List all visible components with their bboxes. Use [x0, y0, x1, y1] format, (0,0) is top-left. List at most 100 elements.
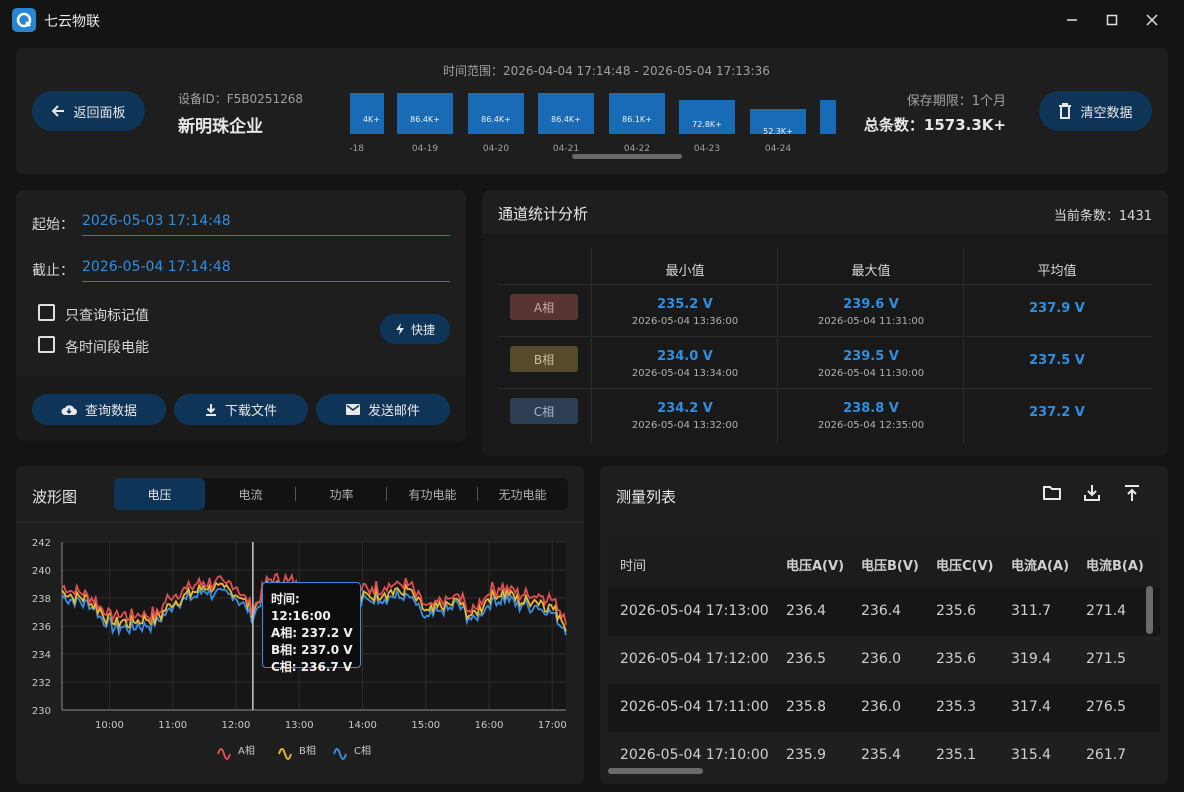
- table-row[interactable]: 2026-05-04 17:11:00 235.8 236.0 235.3 31…: [608, 684, 1160, 732]
- stat-time: 2026-05-04 12:35:00: [817, 420, 925, 431]
- tab-voltage[interactable]: 电压: [114, 478, 205, 510]
- quick-button[interactable]: 快捷: [380, 314, 450, 344]
- table-header: 时间 电压A(V) 电压B(V) 电压C(V) 电流A(A) 电流B(A): [608, 532, 1160, 588]
- stat-value: 237.9 V: [1029, 301, 1085, 316]
- table-vertical-scrollbar[interactable]: [1146, 586, 1153, 634]
- tab-current[interactable]: 电流: [205, 478, 296, 510]
- header-min: 最小值: [665, 264, 705, 279]
- stat-time: 2026-05-04 11:31:00: [817, 316, 925, 327]
- bar-label: 04-23: [693, 144, 721, 154]
- y-tick-label: 230: [32, 706, 51, 717]
- x-tick-label: 17:00: [538, 720, 567, 731]
- title-bar: 七云物联: [0, 0, 1184, 40]
- mail-icon: [345, 404, 360, 415]
- chart-tooltip: 时间: 12:16:00 A相: 237.2 V B相: 237.0 V C相:…: [262, 582, 361, 674]
- legend-swatch: [333, 748, 347, 760]
- cloud-download-icon: [61, 404, 77, 415]
- back-button[interactable]: 返回面板: [32, 91, 145, 131]
- marked-only-checkbox[interactable]: [38, 304, 55, 321]
- stats-panel: 通道统计分析 当前条数：1431 最小值 最大值 平均值 A相 235.2 V …: [482, 190, 1168, 456]
- y-tick-label: 234: [32, 650, 51, 661]
- bar-label: 04-24: [764, 144, 792, 154]
- trash-icon: [1059, 103, 1072, 119]
- y-tick-label: 232: [32, 678, 51, 689]
- app-logo-icon: [12, 8, 36, 32]
- bar-label: 04-22: [623, 144, 651, 154]
- stat-value: 234.0 V: [657, 349, 713, 364]
- daily-count-bars[interactable]: 4K+ 04-18 86.4K+ 04-19 86.4K+ 04-20 86.4…: [350, 84, 836, 164]
- minimize-button[interactable]: [1062, 10, 1082, 30]
- header-panel: 返回面板 设备ID：F5B0251268 新明珠企业 时间范围：2026-04-…: [16, 48, 1168, 174]
- stat-value: 238.8 V: [843, 401, 899, 416]
- bar[interactable]: 52.3K+: [750, 109, 806, 136]
- download-icon[interactable]: [1083, 484, 1101, 506]
- bar-label: 04-20: [482, 144, 510, 154]
- header-avg: 平均值: [1037, 264, 1077, 279]
- stat-time: 2026-05-04 13:36:00: [631, 316, 739, 327]
- phase-b-badge: B相: [510, 346, 578, 372]
- marked-only-label: 只查询标记值: [65, 308, 149, 324]
- measurement-table: 时间 电压A(V) 电压B(V) 电压C(V) 电流A(A) 电流B(A) 20…: [608, 532, 1160, 780]
- bars-scrollbar[interactable]: [572, 154, 682, 159]
- tab-power[interactable]: 功率: [296, 478, 387, 510]
- total-count: 总条数：1573.3K+: [863, 116, 1006, 134]
- bar[interactable]: 4K+: [350, 93, 384, 134]
- current-count: 当前条数：1431: [1053, 209, 1152, 224]
- bar[interactable]: 86.4K+: [397, 93, 453, 134]
- bar[interactable]: 86.1K+: [609, 93, 665, 134]
- end-time-input[interactable]: 2026-05-04 17:14:48: [82, 254, 450, 282]
- period-energy-label: 各时间段电能: [65, 340, 149, 356]
- stat-time: 2026-05-04 13:32:00: [631, 420, 739, 431]
- clear-data-button[interactable]: 清空数据: [1039, 91, 1152, 131]
- stat-value: 239.5 V: [843, 349, 899, 364]
- bar[interactable]: [820, 100, 836, 134]
- bar[interactable]: 86.4K+: [468, 93, 524, 134]
- stats-title: 通道统计分析: [498, 205, 589, 223]
- bar[interactable]: 86.4K+: [538, 93, 594, 134]
- stat-value: 237.2 V: [1029, 405, 1085, 420]
- retention-period: 保存期限：1个月: [906, 94, 1006, 109]
- table-horizontal-scrollbar[interactable]: [608, 768, 703, 774]
- clear-label: 清空数据: [1080, 105, 1133, 121]
- phase-c-badge: C相: [510, 398, 578, 424]
- table-row[interactable]: 2026-05-04 17:12:00 236.5 236.0 235.6 31…: [608, 636, 1160, 684]
- end-label: 截止：: [32, 263, 74, 279]
- stat-value: 239.6 V: [843, 297, 899, 312]
- stat-time: 2026-05-04 11:30:00: [817, 368, 925, 379]
- x-tick-label: 16:00: [475, 720, 504, 731]
- x-tick-label: 13:00: [285, 720, 314, 731]
- table-row[interactable]: 2026-05-04 17:13:00 236.4 236.4 235.6 31…: [608, 588, 1160, 636]
- maximize-button[interactable]: [1102, 10, 1122, 30]
- app-title: 七云物联: [44, 14, 100, 30]
- upload-top-icon[interactable]: [1123, 484, 1141, 506]
- query-data-button[interactable]: 查询数据: [32, 394, 166, 425]
- stat-value: 235.2 V: [657, 297, 713, 312]
- tab-reactive-energy[interactable]: 无功电能: [477, 478, 568, 510]
- stat-value: 234.2 V: [657, 401, 713, 416]
- company-name: 新明珠企业: [178, 117, 263, 137]
- measurement-panel: 测量列表 时间 电压A(V) 电压B(V) 电压C(V) 电流A(A) 电流B(…: [600, 466, 1168, 784]
- app-window: { "app": {"title": "七云物联"}, "header": { …: [0, 0, 1184, 792]
- period-energy-checkbox[interactable]: [38, 336, 55, 353]
- phase-a-badge: A相: [510, 294, 578, 320]
- x-tick-label: 10:00: [95, 720, 124, 731]
- y-tick-label: 242: [32, 538, 51, 549]
- waveform-title: 波形图: [32, 488, 78, 506]
- folder-icon[interactable]: [1043, 485, 1061, 505]
- waveform-tabs: 电压 电流 功率 有功电能 无功电能: [114, 478, 568, 510]
- bar-label: 04-21: [552, 144, 580, 154]
- send-email-button[interactable]: 发送邮件: [316, 394, 450, 425]
- start-time-input[interactable]: 2026-05-03 17:14:48: [82, 208, 450, 236]
- measurement-title: 测量列表: [616, 488, 677, 506]
- lightning-icon: [395, 323, 404, 335]
- close-button[interactable]: [1142, 10, 1162, 30]
- download-icon: [205, 403, 216, 416]
- download-file-button[interactable]: 下载文件: [174, 394, 308, 425]
- legend-swatch: [278, 748, 292, 760]
- bar-label: 04-19: [411, 144, 439, 154]
- legend-label: A相: [238, 744, 255, 757]
- y-tick-label: 240: [32, 566, 51, 577]
- tab-active-energy[interactable]: 有功电能: [387, 478, 478, 510]
- bar[interactable]: 72.8K+: [679, 100, 735, 134]
- legend-label: B相: [299, 744, 316, 757]
